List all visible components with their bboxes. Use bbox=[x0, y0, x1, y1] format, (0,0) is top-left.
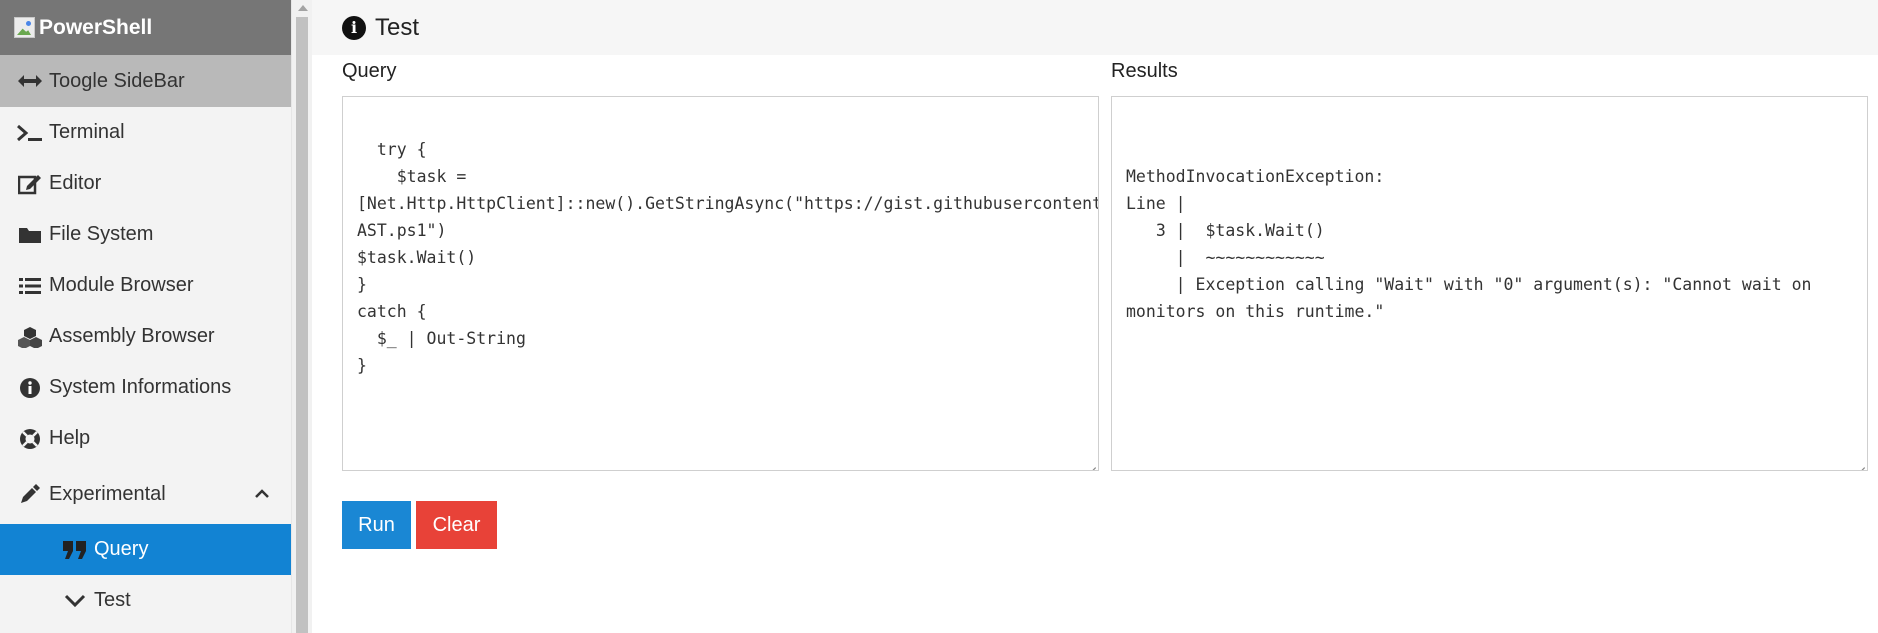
quote-icon bbox=[62, 537, 88, 563]
page-header: i Test bbox=[312, 0, 1878, 55]
brand-title: PowerShell bbox=[39, 15, 153, 39]
chevron-up-icon bbox=[255, 487, 269, 501]
sidebar-item-file-system[interactable]: File System bbox=[0, 209, 291, 260]
sidebar-item-help[interactable]: Help bbox=[0, 413, 291, 464]
terminal-icon bbox=[17, 120, 43, 146]
arrows-horizontal-icon bbox=[17, 68, 43, 94]
folder-icon bbox=[17, 222, 43, 248]
scroll-up-arrow-icon[interactable] bbox=[298, 5, 308, 11]
resize-grip-icon[interactable] bbox=[1855, 458, 1865, 468]
query-code[interactable]: try { $task = [Net.Http.HttpClient]::new… bbox=[357, 140, 1098, 375]
clear-button[interactable]: Clear bbox=[416, 501, 497, 549]
sidebar-item-label: File System bbox=[49, 223, 154, 245]
run-button[interactable]: Run bbox=[342, 501, 411, 549]
cubes-icon bbox=[17, 324, 43, 350]
query-label: Query bbox=[342, 60, 397, 82]
sidebar-item-editor[interactable]: Editor bbox=[0, 158, 291, 209]
sidebar-item-label: System Informations bbox=[49, 376, 232, 398]
sidebar-item-label: Editor bbox=[49, 172, 102, 194]
sidebar-item-system-informations[interactable]: System Informations bbox=[0, 362, 291, 413]
edit-icon bbox=[17, 171, 43, 197]
query-editor[interactable]: try { $task = [Net.Http.HttpClient]::new… bbox=[342, 96, 1099, 471]
sidebar-item-assembly-browser[interactable]: Assembly Browser bbox=[0, 311, 291, 362]
sidebar-item-label: Assembly Browser bbox=[49, 325, 215, 347]
sidebar-item-module-browser[interactable]: Module Browser bbox=[0, 260, 291, 311]
info-icon bbox=[17, 375, 43, 401]
brand-logo-icon bbox=[14, 17, 35, 38]
sidebar-item-label: Query bbox=[94, 538, 149, 560]
sidebar-item-test[interactable]: Test bbox=[0, 575, 291, 626]
results-output[interactable]: MethodInvocationException: Line | 3 | $t… bbox=[1111, 96, 1868, 471]
results-label: Results bbox=[1111, 60, 1178, 82]
sidebar: PowerShell Toogle SideBar Terminal Edito… bbox=[0, 0, 291, 633]
resize-grip-icon[interactable] bbox=[1086, 458, 1096, 468]
eyedropper-icon bbox=[17, 481, 43, 507]
sidebar-item-label: Help bbox=[49, 427, 91, 449]
page-title: Test bbox=[375, 13, 420, 41]
sidebar-item-label: Experimental bbox=[49, 482, 166, 505]
sidebar-item-terminal[interactable]: Terminal bbox=[0, 107, 291, 158]
toggle-sidebar-label: Toogle SideBar bbox=[49, 69, 185, 92]
sidebar-scrollbar[interactable] bbox=[291, 0, 312, 633]
sidebar-item-label: Module Browser bbox=[49, 274, 194, 296]
toggle-sidebar-button[interactable]: Toogle SideBar bbox=[0, 55, 291, 107]
sidebar-item-experimental[interactable]: Experimental bbox=[0, 464, 291, 524]
sidebar-item-label: Test bbox=[94, 589, 131, 611]
brand-header[interactable]: PowerShell bbox=[0, 0, 291, 55]
scrollbar-thumb[interactable] bbox=[296, 17, 308, 633]
results-text: MethodInvocationException: Line | 3 | $t… bbox=[1126, 167, 1812, 321]
list-icon bbox=[17, 273, 43, 299]
sidebar-item-label: Terminal bbox=[49, 121, 125, 143]
info-circle-icon: i bbox=[342, 15, 366, 40]
chevron-down-icon bbox=[62, 588, 88, 614]
sidebar-item-query[interactable]: Query bbox=[0, 524, 291, 575]
life-ring-icon bbox=[17, 426, 43, 452]
